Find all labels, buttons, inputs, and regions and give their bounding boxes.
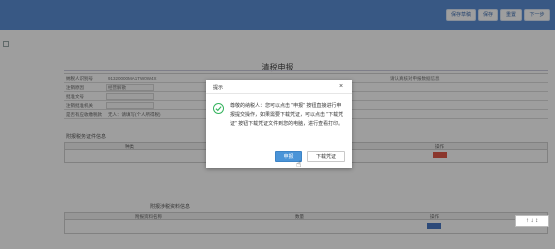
close-icon[interactable]: × xyxy=(339,83,343,90)
dialog-message: 尊敬的纳税人：您可以点击 "申报" 按钮直接进行申报提交操作，如果需要下载凭证，… xyxy=(230,103,344,127)
scroll-tools[interactable]: ↑ ↓ ↕ xyxy=(515,215,549,227)
prompt-dialog: 提示 × 尊敬的纳税人：您可以点击 "申报" 按钮直接进行申报提交操作，如果需要… xyxy=(206,80,352,169)
download-voucher-button[interactable]: 下载凭证 xyxy=(307,151,345,162)
hand-pointer-icon: ☝ xyxy=(296,159,302,169)
check-circle-icon xyxy=(213,103,224,114)
dialog-title: 提示 xyxy=(213,85,224,91)
dialog-header: 提示 × xyxy=(206,80,352,94)
